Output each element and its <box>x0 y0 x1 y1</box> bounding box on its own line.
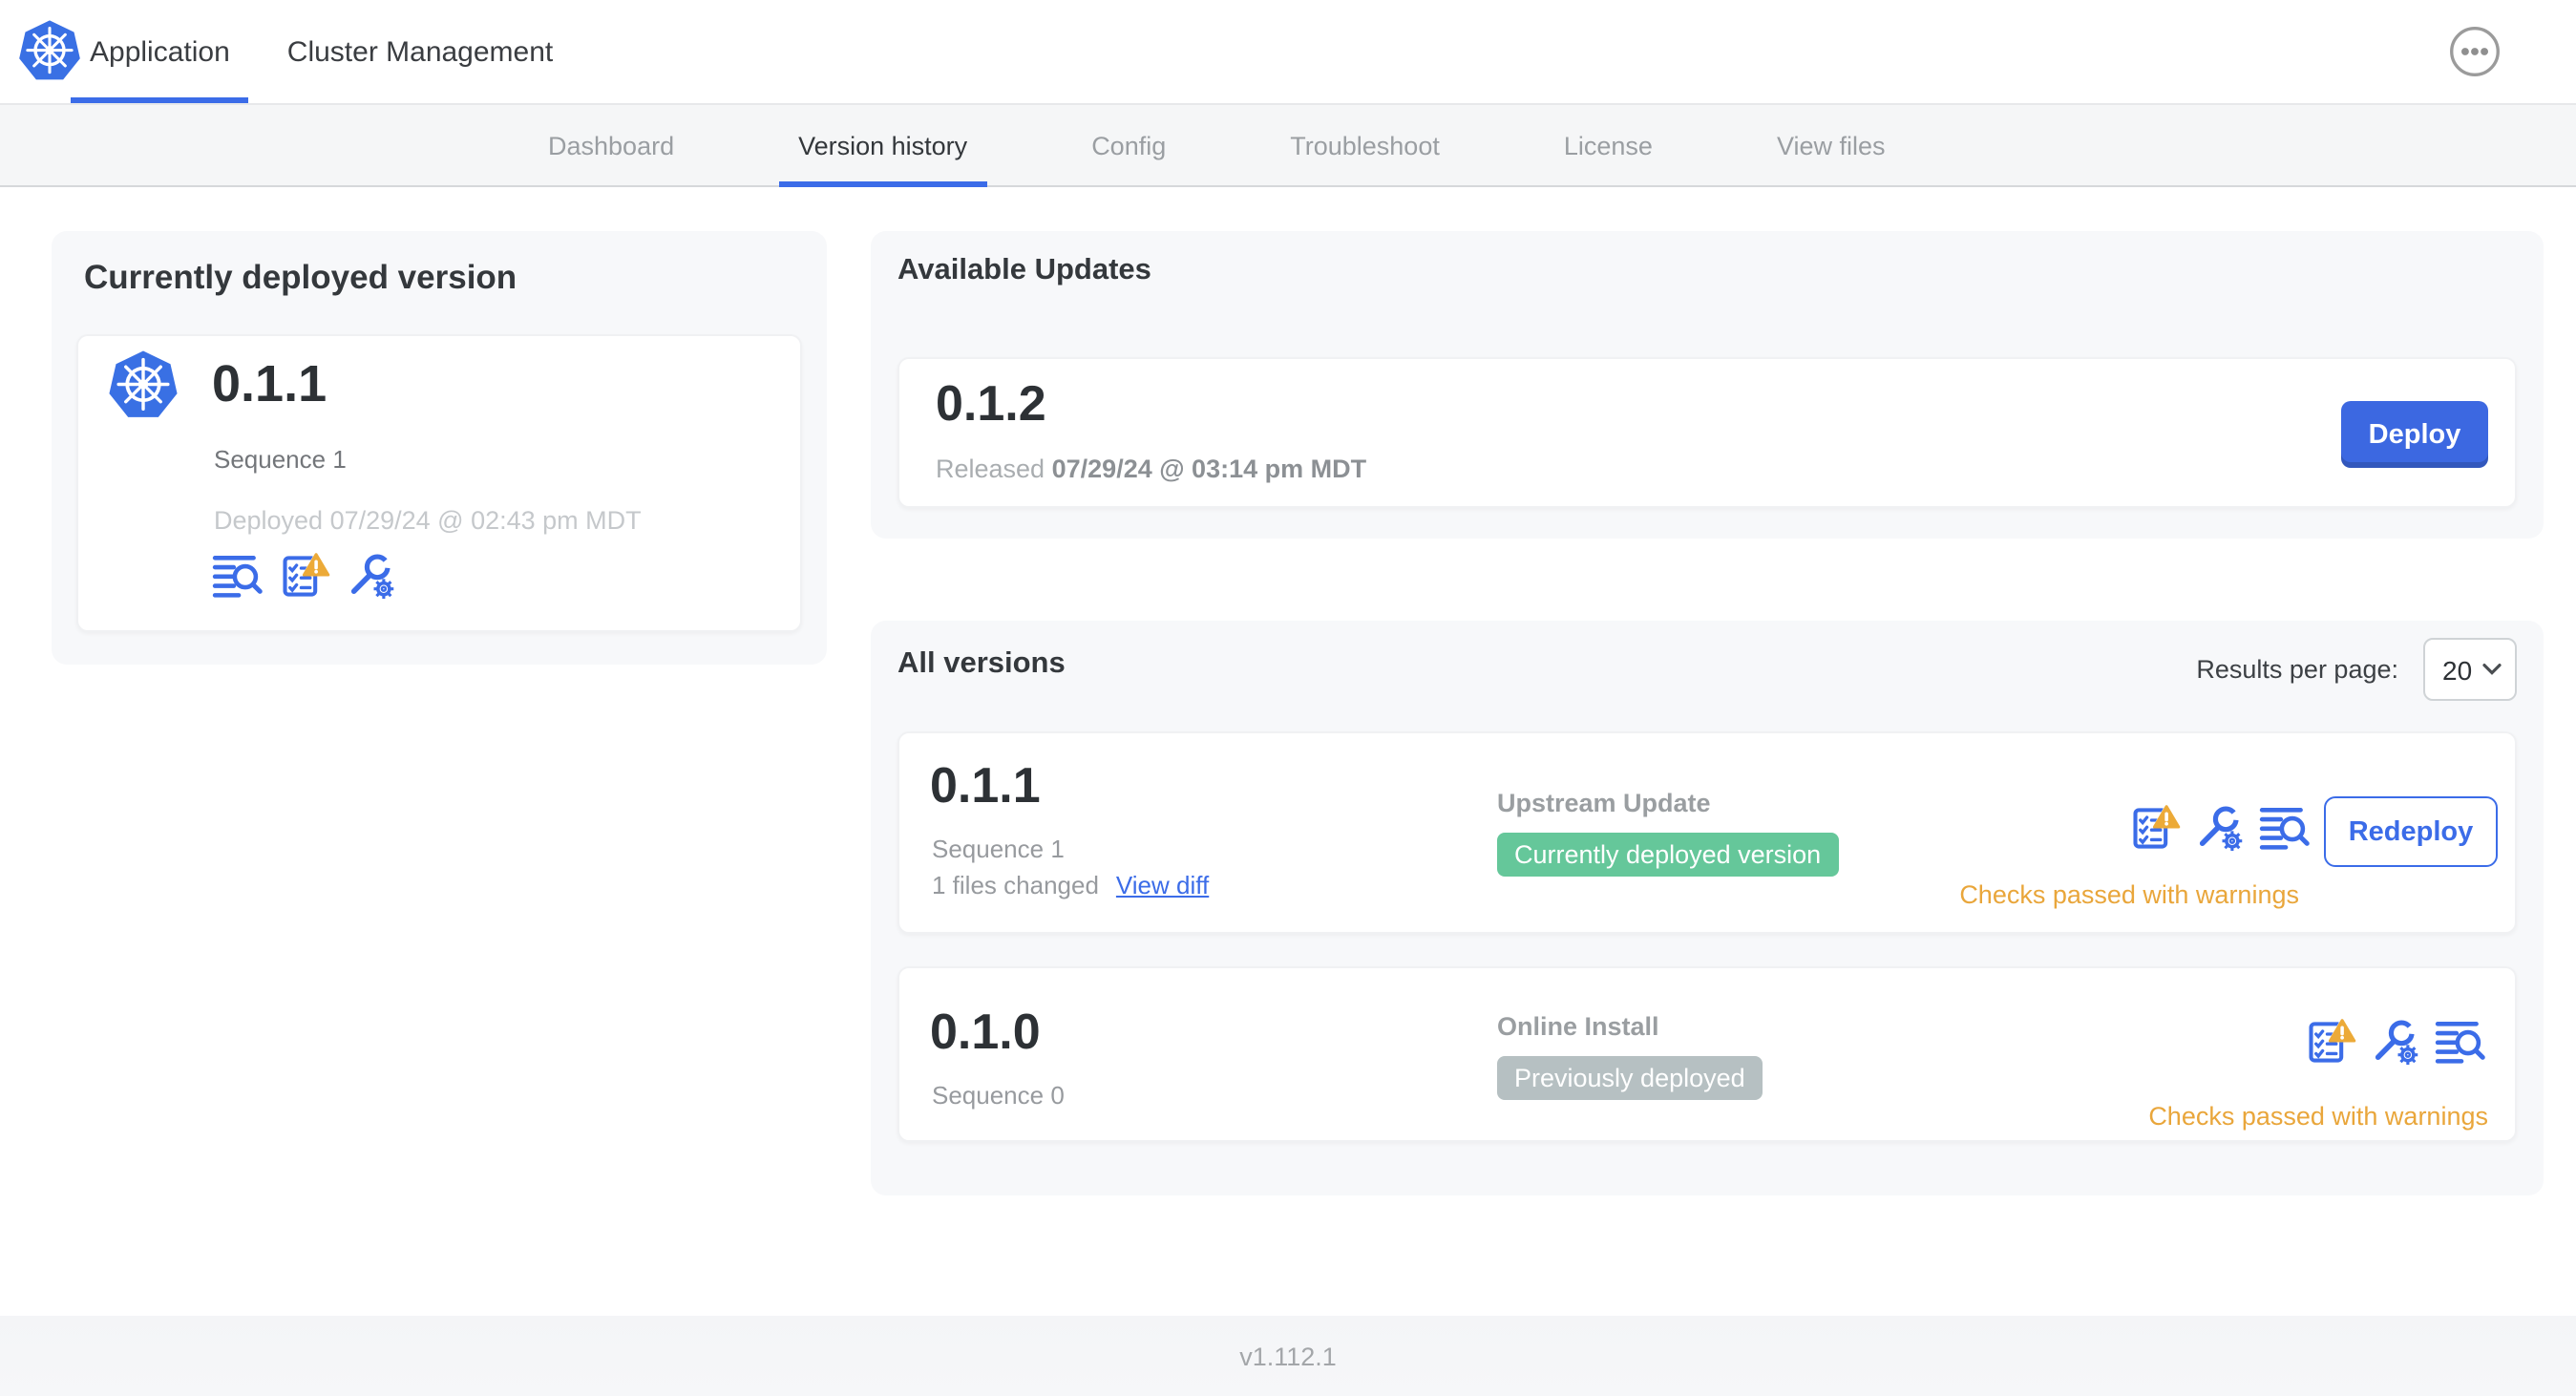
logs-icon[interactable] <box>2435 1016 2486 1068</box>
currently-deployed-card: 0.1.1 Sequence 1 Deployed 07/29/24 @ 02:… <box>76 334 802 632</box>
available-update-card: 0.1.2 Released 07/29/24 @ 03:14 pm MDT D… <box>897 357 2517 508</box>
subnav-tab-troubleshoot[interactable]: Troubleshoot <box>1271 105 1459 185</box>
row-version-number: 0.1.1 <box>930 756 1041 814</box>
available-updates-section: Available Updates 0.1.2 Released 07/29/2… <box>871 231 2544 539</box>
app-subnav: Dashboard Version history Config Trouble… <box>0 105 2576 187</box>
tab-cluster-management[interactable]: Cluster Management <box>268 0 572 103</box>
preflight-checks-warning-icon[interactable] <box>2305 1016 2357 1068</box>
deployment-status-badge: Previously deployed <box>1497 1056 1763 1100</box>
row-version-number: 0.1.0 <box>930 1003 1041 1060</box>
tab-application-label: Application <box>90 35 230 68</box>
redeploy-button[interactable]: Redeploy <box>2324 796 2498 867</box>
subnav-tab-dashboard-label: Dashboard <box>548 131 675 159</box>
main-content: Currently deployed version 0.1.1 Sequenc… <box>0 187 2576 1316</box>
version-row-0-1-0: 0.1.0 Sequence 0 Online Install Previous… <box>897 966 2517 1142</box>
released-label: Released <box>936 455 1045 483</box>
row-sequence: Sequence 0 <box>932 1081 1065 1110</box>
subnav-tab-config-label: Config <box>1091 131 1167 159</box>
view-diff-link[interactable]: View diff <box>1116 871 1209 899</box>
update-released-timestamp: Released 07/29/24 @ 03:14 pm MDT <box>936 455 1366 483</box>
current-version-sequence: Sequence 1 <box>214 445 347 474</box>
deploy-button[interactable]: Deploy <box>2341 401 2488 468</box>
config-tools-icon[interactable] <box>346 550 397 602</box>
released-date: 07/29/24 @ 03:14 pm MDT <box>1051 455 1367 483</box>
current-version-deployed-timestamp: Deployed 07/29/24 @ 02:43 pm MDT <box>214 506 642 535</box>
update-version-number: 0.1.2 <box>936 374 1046 432</box>
all-versions-title: All versions <box>897 647 1066 680</box>
subnav-tab-view-files-label: View files <box>1776 131 1886 159</box>
row-sequence: Sequence 1 <box>932 835 1065 863</box>
currently-deployed-title: Currently deployed version <box>84 258 517 296</box>
config-tools-icon[interactable] <box>2194 802 2246 854</box>
subnav-tab-troubleshoot-label: Troubleshoot <box>1290 131 1440 159</box>
subnav-tab-config[interactable]: Config <box>1072 105 1185 185</box>
current-version-actions <box>212 550 397 602</box>
tab-application[interactable]: Application <box>71 0 250 103</box>
preflight-status-text: Checks passed with warnings <box>1959 880 2299 909</box>
subnav-tab-license[interactable]: License <box>1545 105 1672 185</box>
version-row-0-1-1: 0.1.1 Sequence 1 1 files changed View dif… <box>897 731 2517 934</box>
tab-cluster-management-label: Cluster Management <box>286 35 554 68</box>
preflight-checks-warning-icon[interactable] <box>2129 802 2182 854</box>
results-per-page-select[interactable]: 20 <box>2423 638 2517 701</box>
current-version-number: 0.1.1 <box>212 355 327 412</box>
ellipsis-menu-button[interactable] <box>2448 25 2502 78</box>
available-updates-title: Available Updates <box>897 254 1151 286</box>
preflight-checks-warning-icon[interactable] <box>279 550 331 602</box>
header-tabs: Application Cluster Management <box>71 0 591 103</box>
row-actions <box>2129 802 2311 854</box>
row-files-changed: 1 files changed View diff <box>932 871 1209 899</box>
app-header: Application Cluster Management <box>0 0 2576 105</box>
currently-deployed-section: Currently deployed version 0.1.1 Sequenc… <box>52 231 827 665</box>
row-source-type: Upstream Update <box>1497 789 1711 817</box>
console-version: v1.112.1 <box>1239 1342 1337 1370</box>
all-versions-section: All versions Results per page: 20 0.1.1 … <box>871 621 2544 1195</box>
subnav-tab-version-history[interactable]: Version history <box>779 105 986 187</box>
preflight-status-text: Checks passed with warnings <box>2148 1102 2488 1131</box>
chevron-down-icon <box>2482 663 2502 676</box>
app-footer: v1.112.1 <box>0 1316 2576 1396</box>
config-tools-icon[interactable] <box>2370 1016 2421 1068</box>
subnav-tab-version-history-label: Version history <box>798 131 968 159</box>
files-changed-label: 1 files changed <box>932 871 1099 899</box>
subnav-tab-dashboard[interactable]: Dashboard <box>529 105 693 185</box>
logs-icon[interactable] <box>2259 802 2311 854</box>
results-per-page-value: 20 <box>2442 654 2473 685</box>
row-source-type: Online Install <box>1497 1012 1659 1041</box>
app-kubernetes-logo-icon <box>107 349 179 422</box>
subnav-tab-view-files[interactable]: View files <box>1758 105 1905 185</box>
deployment-status-badge: Currently deployed version <box>1497 833 1839 877</box>
row-actions <box>2305 1016 2486 1068</box>
subnav-tab-license-label: License <box>1563 131 1653 159</box>
kots-admin-console: Application Cluster Management Dashboard… <box>0 0 2576 1396</box>
results-per-page-label: Results per page: <box>2196 655 2398 684</box>
logs-icon[interactable] <box>212 550 264 602</box>
